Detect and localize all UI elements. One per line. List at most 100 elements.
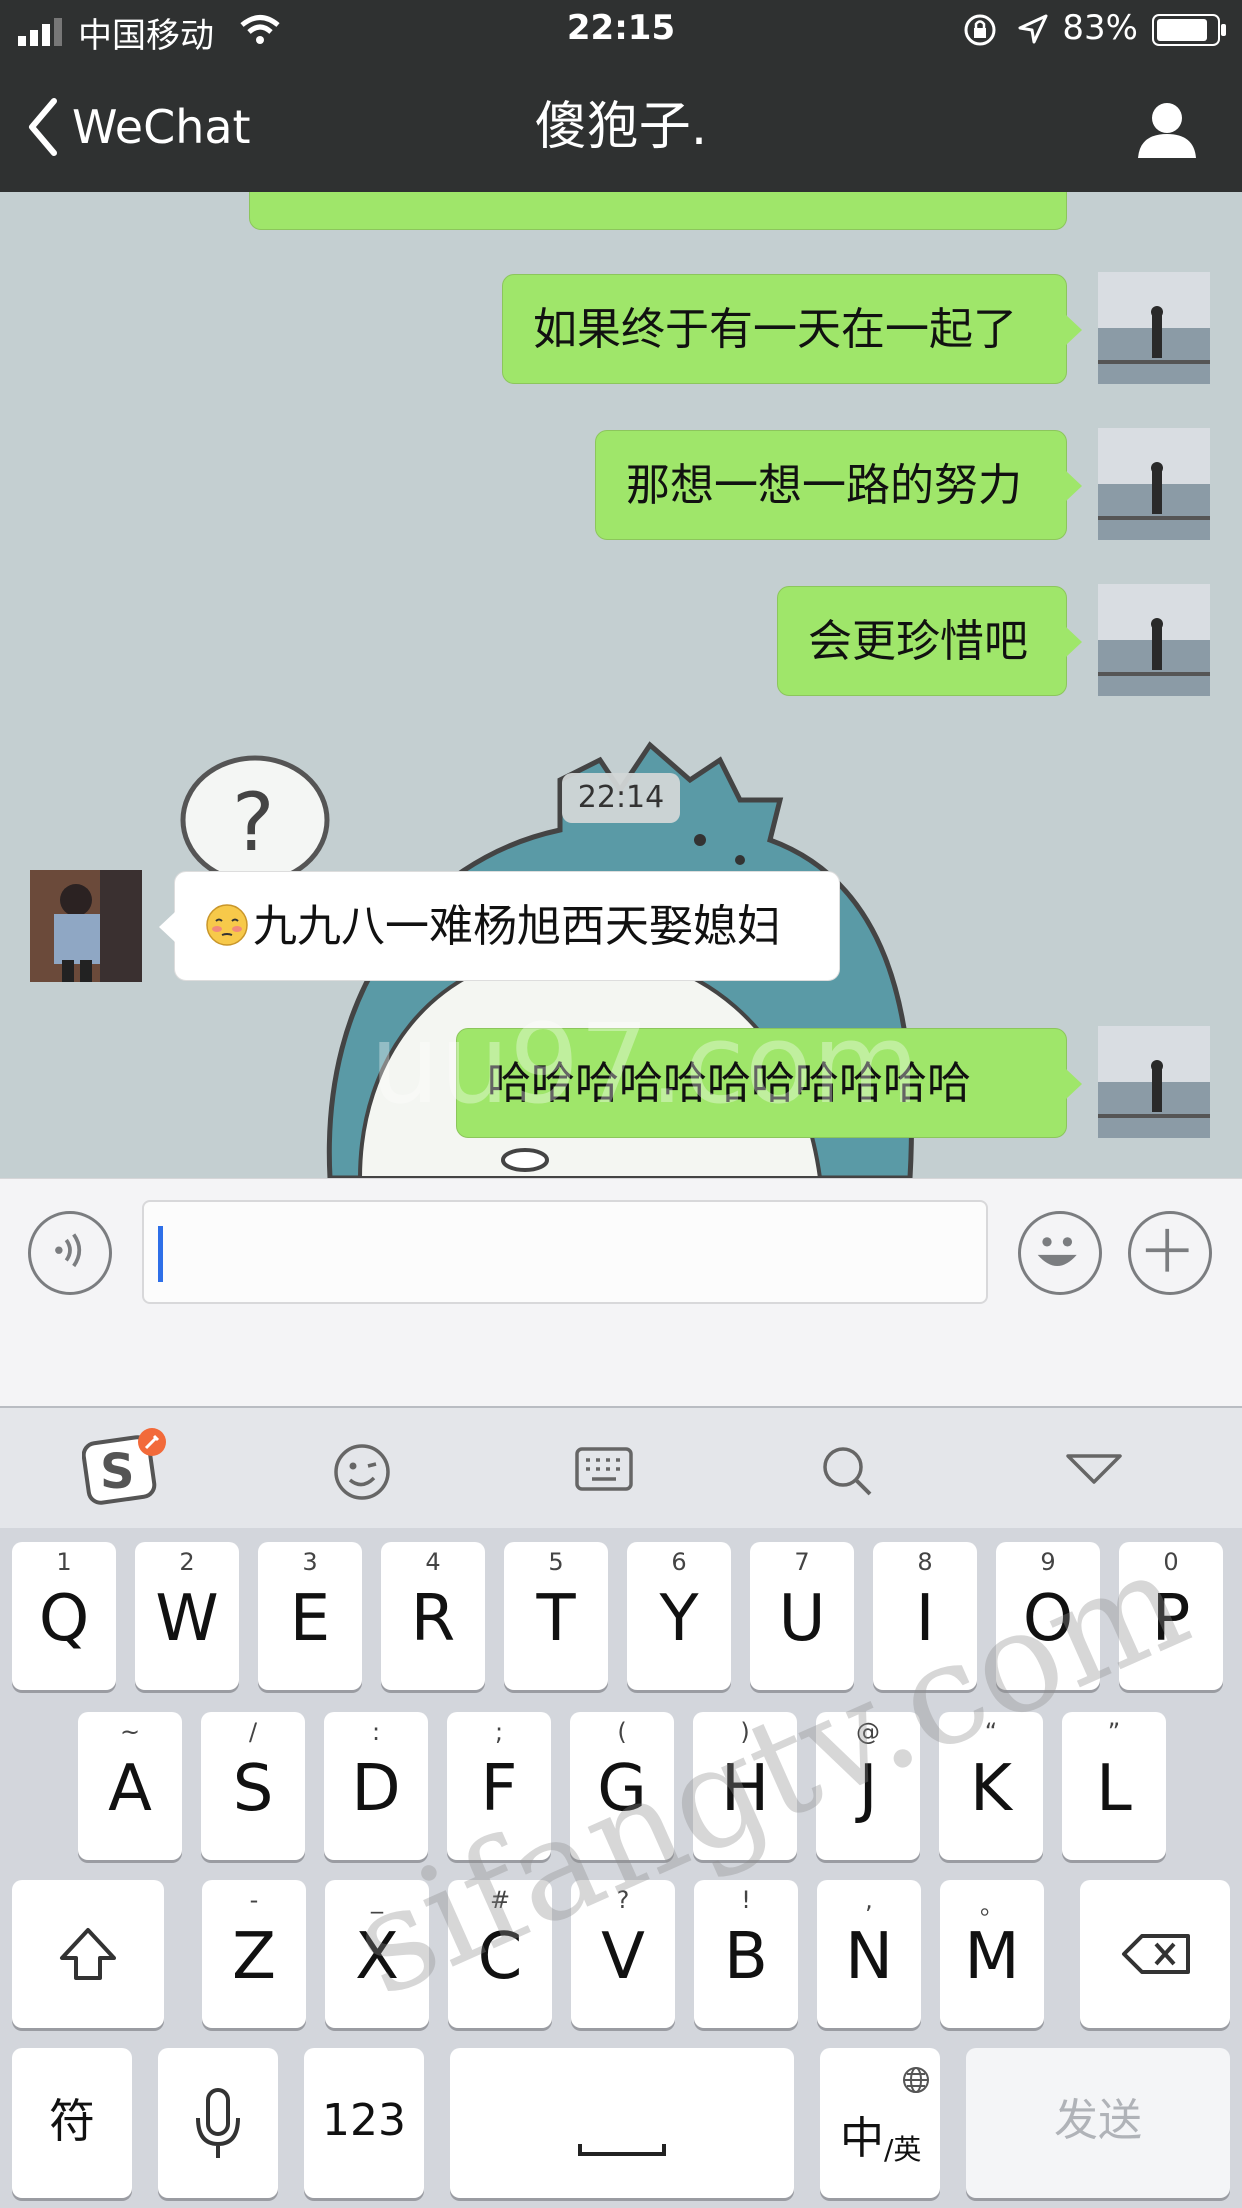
letter-key[interactable]: ; F: [447, 1712, 551, 1860]
location-arrow-icon: [1018, 14, 1048, 44]
letter-key[interactable]: 4R: [381, 1542, 485, 1690]
self-avatar[interactable]: [1098, 272, 1210, 384]
key-secondary-label: -: [249, 1886, 259, 1914]
key-primary-label: P: [1151, 1582, 1191, 1656]
key-primary-label: M: [964, 1920, 1020, 1994]
letter-key[interactable]: (G: [570, 1712, 674, 1860]
key-primary-label: I: [915, 1582, 935, 1656]
profile-icon[interactable]: [1136, 98, 1198, 160]
key-secondary-label: !: [741, 1886, 751, 1914]
key-primary-label: K: [970, 1752, 1012, 1826]
message-bubble[interactable]: 那想一想一路的努力: [595, 430, 1082, 540]
svg-text:S: S: [100, 1444, 135, 1500]
key-primary-label: L: [1096, 1752, 1132, 1826]
numbers-key[interactable]: 123: [304, 2048, 424, 2198]
status-time: 22:15: [566, 8, 676, 48]
key-primary-label: X: [355, 1920, 399, 1994]
letter-key[interactable]: ) H: [693, 1712, 797, 1860]
backspace-key[interactable]: [1080, 1880, 1230, 2028]
message-input[interactable]: [142, 1200, 988, 1304]
key-primary-label: Y: [659, 1582, 699, 1656]
key-secondary-label: 8: [917, 1548, 933, 1576]
collapse-keyboard-icon[interactable]: [1064, 1450, 1124, 1490]
self-avatar[interactable]: [1098, 428, 1210, 540]
letter-key[interactable]: # C: [448, 1880, 552, 2028]
rotation-lock-icon: [964, 14, 996, 46]
letter-key[interactable]: @ J: [816, 1712, 920, 1860]
key-primary-label: A: [108, 1752, 152, 1826]
key-primary-label: J: [858, 1752, 878, 1826]
letter-key[interactable]: “K: [939, 1712, 1043, 1860]
contact-avatar[interactable]: [30, 870, 142, 982]
letter-key[interactable]: 3E: [258, 1542, 362, 1690]
plus-icon: [1145, 1228, 1189, 1272]
letter-key[interactable]: ? V: [571, 1880, 675, 2028]
key-label: 123: [322, 2095, 406, 2146]
voice-input-button[interactable]: [28, 1211, 112, 1295]
letter-key[interactable]: _ X: [325, 1880, 429, 2028]
language-switch-key[interactable]: 中 /英: [820, 2048, 940, 2198]
key-primary-label: O: [1022, 1582, 1074, 1656]
keyboard-layout-icon[interactable]: [574, 1444, 634, 1494]
more-actions-button[interactable]: [1128, 1211, 1212, 1295]
letter-key[interactable]: 7U: [750, 1542, 854, 1690]
status-bar: 中国移动 22:15 83%: [0, 0, 1242, 62]
smiley-icon: [1037, 1237, 1077, 1266]
shift-key[interactable]: [12, 1880, 164, 2028]
key-primary-label: B: [724, 1920, 768, 1994]
letter-key[interactable]: 5T: [504, 1542, 608, 1690]
message-bubble[interactable]: 如果终于有一天在一起了: [502, 274, 1082, 384]
send-key[interactable]: 发送: [966, 2048, 1230, 2198]
shift-arrow-icon: [60, 1928, 116, 1980]
letter-key[interactable]: 0P: [1119, 1542, 1223, 1690]
self-avatar[interactable]: [1098, 1026, 1210, 1138]
text-caret: [158, 1226, 163, 1282]
key-secondary-label: 0: [1163, 1548, 1179, 1576]
key-secondary-label: 3: [302, 1548, 318, 1576]
letter-key[interactable]: 8I: [873, 1542, 977, 1690]
letter-key[interactable]: 。 M: [940, 1880, 1044, 2028]
letter-key[interactable]: 2W: [135, 1542, 239, 1690]
message-bubble[interactable]: 九九八一难杨旭西天娶媳妇: [159, 871, 840, 981]
letter-key[interactable]: ,N: [817, 1880, 921, 2028]
letter-key[interactable]: ” L: [1062, 1712, 1166, 1860]
message-timestamp: 22:14: [562, 773, 680, 823]
key-secondary-label: ,: [865, 1886, 873, 1914]
letter-key[interactable]: / S: [201, 1712, 305, 1860]
symbols-key[interactable]: 符: [12, 2048, 132, 2198]
key-secondary-label: _: [371, 1886, 383, 1914]
key-primary-label: V: [601, 1920, 645, 1994]
voice-icon: [55, 1233, 82, 1268]
search-icon[interactable]: [818, 1442, 878, 1502]
key-secondary-label: ?: [616, 1886, 630, 1914]
key-secondary-label: ”: [1107, 1718, 1121, 1746]
letter-key[interactable]: 1Q: [12, 1542, 116, 1690]
space-key[interactable]: [450, 2048, 794, 2198]
key-secondary-label: 5: [548, 1548, 564, 1576]
self-avatar[interactable]: [1098, 584, 1210, 696]
emoji-keyboard-icon[interactable]: [332, 1442, 392, 1502]
key-primary-label: R: [410, 1582, 456, 1656]
letter-key[interactable]: 6Y: [627, 1542, 731, 1690]
key-primary-label: N: [845, 1920, 893, 1994]
letter-key[interactable]: -Z: [202, 1880, 306, 2028]
message-bubble[interactable]: 会更珍惜吧: [777, 586, 1082, 696]
letter-key[interactable]: :D: [324, 1712, 428, 1860]
key-secondary-label: ;: [494, 1718, 504, 1746]
key-primary-label: Q: [38, 1582, 90, 1656]
letter-key[interactable]: 9O: [996, 1542, 1100, 1690]
letter-key[interactable]: ! B: [694, 1880, 798, 2028]
key-primary-label: D: [351, 1752, 401, 1826]
emoji-button[interactable]: [1018, 1211, 1102, 1295]
sogou-logo-icon[interactable]: S: [82, 1426, 172, 1506]
message-bubble[interactable]: 哈哈哈哈哈哈哈哈哈哈哈: [456, 1028, 1082, 1138]
chat-title: 傻狍子.: [534, 97, 708, 157]
lang-sub: /英: [884, 2133, 922, 2166]
keyboard: S 符 123 中 /英 发送 1 Q 2 W 3 E 4 R 5 T 6 Y 7 U 8 I 9 O 0 P ~ A / S…: [0, 1406, 1242, 2208]
key-secondary-label: 1: [56, 1548, 72, 1576]
voice-key[interactable]: [158, 2048, 278, 2198]
key-secondary-label: 4: [425, 1548, 441, 1576]
letter-key[interactable]: ~ A: [78, 1712, 182, 1860]
top-bar: 中国移动 22:15 83% WeChat 傻狍子.: [0, 0, 1242, 192]
key-primary-label: H: [720, 1752, 770, 1826]
